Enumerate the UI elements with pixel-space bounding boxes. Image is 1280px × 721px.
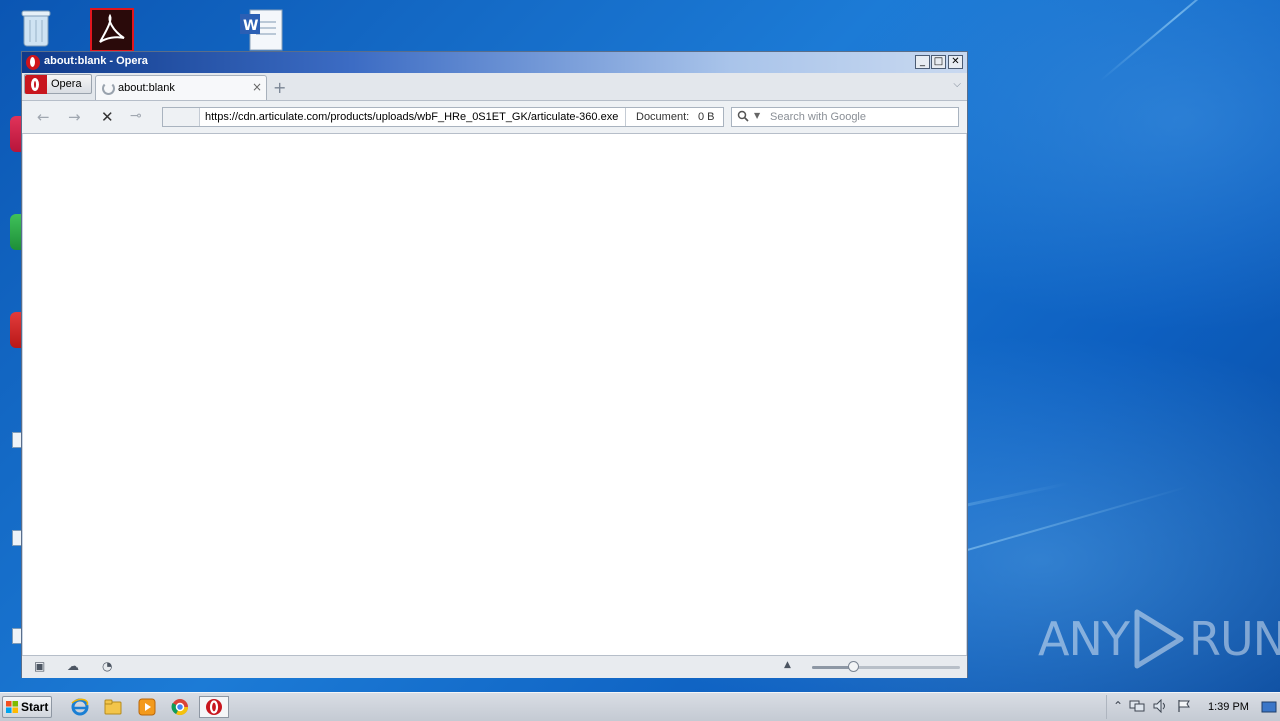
internet-explorer-icon[interactable] xyxy=(70,697,90,717)
tab-about-blank[interactable]: about:blank × xyxy=(95,75,267,100)
media-player-icon[interactable] xyxy=(137,697,157,717)
windows-flag-icon xyxy=(6,701,18,713)
action-center-flag-icon[interactable] xyxy=(1177,699,1193,716)
anyrun-watermark: ANY RUN xyxy=(1038,608,1280,670)
address-url[interactable]: https://cdn.articulate.com/products/uplo… xyxy=(205,111,618,123)
tab-label: about:blank xyxy=(118,82,175,94)
opera-logo-icon xyxy=(26,55,40,70)
forward-arrow-icon[interactable]: → xyxy=(68,108,81,126)
window-title: about:blank - Opera xyxy=(44,55,148,67)
word-document-icon[interactable]: W xyxy=(238,8,286,55)
turbo-speed-icon[interactable]: ◔ xyxy=(102,659,112,673)
stop-loading-icon[interactable]: ✕ xyxy=(101,108,114,126)
opera-menu-button[interactable]: Opera xyxy=(24,74,92,94)
system-tray: ⌃ xyxy=(1106,695,1279,719)
play-triangle-icon xyxy=(1134,609,1184,669)
zoom-up-icon[interactable]: ▲ xyxy=(784,660,791,670)
zoom-slider-fill xyxy=(812,666,854,669)
opera-window: about:blank - Opera _ □ ✕ Opera about:bl… xyxy=(21,51,968,678)
recycle-bin-icon[interactable] xyxy=(18,8,54,51)
document-size-indicator: Document: 0 B xyxy=(625,108,726,126)
watermark-text-right: RUN xyxy=(1188,612,1280,666)
tab-menu-chevron-icon[interactable]: ⌵ xyxy=(953,79,961,90)
page-content[interactable] xyxy=(23,134,966,655)
search-icon[interactable] xyxy=(737,110,749,125)
volume-icon[interactable] xyxy=(1153,698,1169,716)
panel-toggle-icon[interactable]: ▣ xyxy=(34,659,45,673)
acrobat-reader-icon[interactable] xyxy=(90,8,134,55)
minimize-button[interactable]: _ xyxy=(915,55,930,69)
search-placeholder[interactable]: Search with Google xyxy=(770,111,866,123)
navigation-bar: ← → ✕ ⊸ https://cdn.articulate.com/produ… xyxy=(22,101,967,134)
svg-text:W: W xyxy=(243,18,258,34)
new-tab-icon[interactable]: + xyxy=(273,78,286,97)
start-button[interactable]: Start xyxy=(2,696,52,718)
show-desktop-icon[interactable] xyxy=(1261,701,1277,716)
opera-taskbar-button[interactable] xyxy=(199,696,229,718)
document-size: 0 B xyxy=(698,111,715,123)
search-engine-dropdown-icon[interactable]: ▼ xyxy=(754,111,760,120)
opera-menu-label: Opera xyxy=(51,78,82,90)
network-icon[interactable] xyxy=(1129,699,1145,716)
close-window-button[interactable]: ✕ xyxy=(948,55,963,69)
loading-spinner-icon xyxy=(102,82,115,95)
watermark-text-left: ANY xyxy=(1038,612,1130,666)
wallpaper-streak xyxy=(1099,0,1254,82)
status-bar: ▣ ☁ ◔ ▲ xyxy=(22,655,967,678)
site-security-badge[interactable] xyxy=(163,108,200,126)
chrome-icon[interactable] xyxy=(170,697,190,717)
address-bar[interactable]: https://cdn.articulate.com/products/uplo… xyxy=(162,107,724,127)
zoom-slider[interactable] xyxy=(812,661,960,672)
key-icon[interactable]: ⊸ xyxy=(130,108,142,124)
close-tab-icon[interactable]: × xyxy=(252,80,262,94)
document-label: Document: xyxy=(636,111,690,123)
taskbar: Start ⌃ 1:39 PM xyxy=(0,692,1280,721)
file-explorer-icon[interactable] xyxy=(103,697,123,717)
start-label: Start xyxy=(21,700,49,714)
opera-unite-cloud-icon[interactable]: ☁ xyxy=(67,659,79,673)
taskbar-clock[interactable]: 1:39 PM xyxy=(1208,701,1249,713)
opera-logo-icon xyxy=(25,75,47,94)
back-arrow-icon[interactable]: ← xyxy=(37,108,50,126)
maximize-button[interactable]: □ xyxy=(931,55,946,69)
window-titlebar[interactable]: about:blank - Opera _ □ ✕ xyxy=(22,52,967,73)
tab-bar: Opera about:blank × + ⌵ xyxy=(22,73,967,101)
zoom-slider-knob[interactable] xyxy=(848,661,860,672)
show-hidden-icons-chevron[interactable]: ⌃ xyxy=(1113,699,1123,713)
search-box[interactable]: ▼ Search with Google xyxy=(731,107,959,127)
